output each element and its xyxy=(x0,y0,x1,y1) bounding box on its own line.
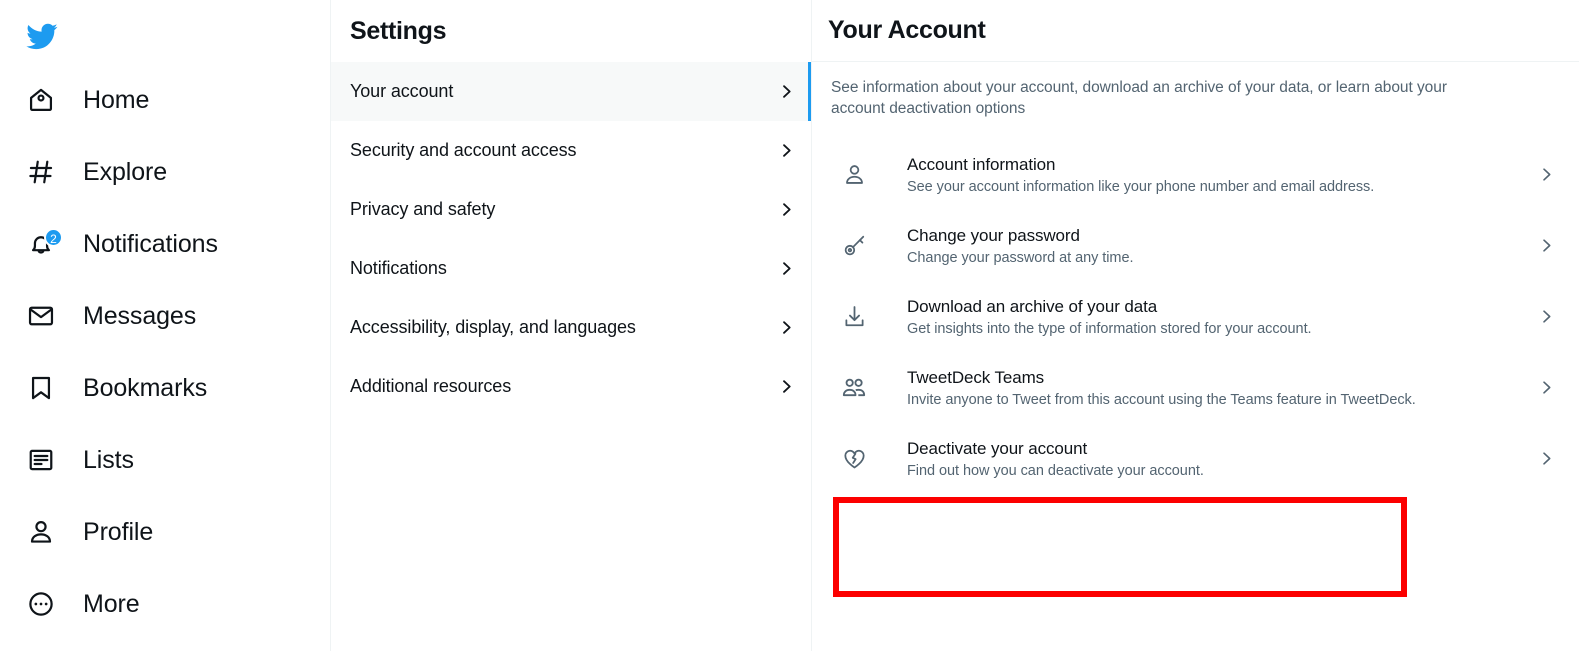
person-icon xyxy=(18,518,64,546)
account-row-subtitle: Get insights into the type of informatio… xyxy=(907,320,1312,337)
account-row-subtitle: Find out how you can deactivate your acc… xyxy=(907,462,1204,479)
hashtag-icon xyxy=(18,158,64,186)
bookmark-icon xyxy=(18,374,64,402)
account-row-change-your-password[interactable]: Change your password Change your passwor… xyxy=(812,210,1579,281)
chevron-right-icon xyxy=(778,378,795,395)
chevron-right-icon xyxy=(1529,166,1563,183)
person-icon xyxy=(831,162,877,187)
sidebar-item-label: Messages xyxy=(83,301,197,330)
sidebar-item-lists[interactable]: Lists xyxy=(14,424,330,496)
sidebar-item-label: More xyxy=(83,589,140,618)
chevron-right-icon xyxy=(778,201,795,218)
settings-item-privacy-and-safety[interactable]: Privacy and safety xyxy=(331,180,811,239)
account-row-subtitle: Invite anyone to Tweet from this account… xyxy=(907,391,1416,408)
more-circle-icon xyxy=(18,590,64,618)
twitter-bird-icon[interactable] xyxy=(18,13,64,59)
main-column: Your Account See information about your … xyxy=(812,0,1579,651)
account-row-title: Download an archive of your data xyxy=(907,296,1158,316)
sidebar-item-more[interactable]: More xyxy=(14,568,330,640)
settings-item-security-and-account-access[interactable]: Security and account access xyxy=(331,121,811,180)
chevron-right-icon xyxy=(778,142,795,159)
sidebar-item-notifications[interactable]: 2 Notifications xyxy=(14,208,330,280)
settings-item-label: Security and account access xyxy=(350,140,577,160)
home-icon xyxy=(18,86,64,114)
list-icon xyxy=(18,446,64,474)
settings-item-label: Privacy and safety xyxy=(350,199,496,219)
download-icon xyxy=(831,304,877,329)
account-row-download-an-archive-of-your-data[interactable]: Download an archive of your data Get ins… xyxy=(812,281,1579,352)
broken-heart-icon xyxy=(831,446,877,471)
settings-item-label: Notifications xyxy=(350,258,447,278)
account-row-title: Change your password xyxy=(907,225,1080,245)
settings-item-label: Additional resources xyxy=(350,376,512,396)
settings-column: Settings Your account Security and accou… xyxy=(331,0,812,651)
envelope-icon xyxy=(18,302,64,330)
account-row-account-information[interactable]: Account information See your account inf… xyxy=(812,139,1579,210)
sidebar-item-label: Lists xyxy=(83,445,134,474)
page-title: Your Account xyxy=(828,16,986,44)
main-header: Your Account xyxy=(812,0,1579,62)
logo-row xyxy=(14,8,330,64)
sidebar-item-label: Home xyxy=(83,85,150,114)
account-row-subtitle: Change your password at any time. xyxy=(907,249,1134,266)
account-row-text: Download an archive of your data Get ins… xyxy=(877,295,1529,339)
settings-item-additional-resources[interactable]: Additional resources xyxy=(331,357,811,416)
primary-sidebar: Home Explore 2 Notifications Messages Bo… xyxy=(0,0,331,651)
chevron-right-icon xyxy=(1529,379,1563,396)
twitter-settings-app: Home Explore 2 Notifications Messages Bo… xyxy=(0,0,1579,651)
bell-icon: 2 xyxy=(18,228,64,258)
notification-badge: 2 xyxy=(44,228,63,247)
account-row-title: TweetDeck Teams xyxy=(907,367,1045,387)
sidebar-item-label: Notifications xyxy=(83,229,218,258)
sidebar-item-label: Bookmarks xyxy=(83,373,208,402)
people-icon xyxy=(831,375,877,401)
settings-item-label: Your account xyxy=(350,81,454,101)
chevron-right-icon xyxy=(778,83,795,100)
chevron-right-icon xyxy=(1529,308,1563,325)
account-row-title: Deactivate your account xyxy=(907,438,1088,458)
settings-item-accessibility-display-and-languages[interactable]: Accessibility, display, and languages xyxy=(331,298,811,357)
account-row-text: TweetDeck Teams Invite anyone to Tweet f… xyxy=(877,366,1529,410)
account-row-subtitle: See your account information like your p… xyxy=(907,178,1375,195)
account-row-text: Account information See your account inf… xyxy=(877,153,1529,197)
sidebar-item-label: Explore xyxy=(83,157,168,186)
account-row-title: Account information xyxy=(907,154,1056,174)
account-row-tweetdeck-teams[interactable]: TweetDeck Teams Invite anyone to Tweet f… xyxy=(812,352,1579,423)
sidebar-item-bookmarks[interactable]: Bookmarks xyxy=(14,352,330,424)
account-options-list: Account information See your account inf… xyxy=(812,133,1579,494)
sidebar-item-home[interactable]: Home xyxy=(14,64,330,136)
page-description: See information about your account, down… xyxy=(831,79,1447,117)
chevron-right-icon xyxy=(1529,237,1563,254)
sidebar-item-profile[interactable]: Profile xyxy=(14,496,330,568)
chevron-right-icon xyxy=(1529,450,1563,467)
sidebar-item-explore[interactable]: Explore xyxy=(14,136,330,208)
settings-item-notifications[interactable]: Notifications xyxy=(331,239,811,298)
settings-item-your-account[interactable]: Your account xyxy=(331,62,811,121)
settings-item-label: Accessibility, display, and languages xyxy=(350,317,636,337)
settings-title: Settings xyxy=(350,16,447,45)
chevron-right-icon xyxy=(778,260,795,277)
sidebar-item-messages[interactable]: Messages xyxy=(14,280,330,352)
account-row-text: Change your password Change your passwor… xyxy=(877,224,1529,268)
chevron-right-icon xyxy=(778,319,795,336)
key-icon xyxy=(831,233,877,258)
sidebar-item-label: Profile xyxy=(83,517,154,546)
account-row-text: Deactivate your account Find out how you… xyxy=(877,437,1529,481)
settings-header: Settings xyxy=(331,0,811,62)
account-row-deactivate-your-account[interactable]: Deactivate your account Find out how you… xyxy=(812,423,1579,494)
